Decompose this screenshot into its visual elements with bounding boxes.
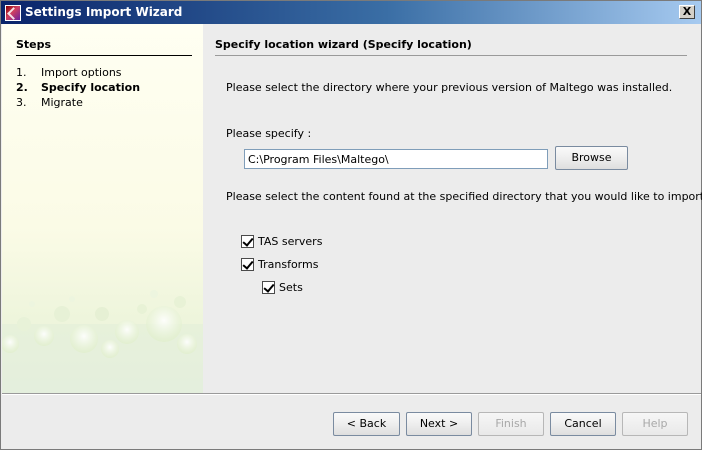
window-title: Settings Import Wizard bbox=[25, 5, 183, 19]
specify-label: Please specify : bbox=[226, 127, 312, 140]
tas-servers-label: TAS servers bbox=[258, 234, 323, 248]
settings-import-wizard-window: Settings Import Wizard X Steps 1. Import … bbox=[0, 0, 702, 450]
sets-label: Sets bbox=[279, 280, 303, 294]
browse-button[interactable]: Browse bbox=[555, 146, 628, 170]
steps-heading: Steps bbox=[16, 38, 192, 56]
decorative-bubbles-graphic bbox=[2, 290, 203, 393]
step-number: 3. bbox=[16, 96, 27, 109]
step-item-migrate: 3. Migrate bbox=[16, 95, 140, 110]
steps-list: 1. Import options 2. Specify location 3. Mi… bbox=[16, 65, 140, 110]
step-label: Import options bbox=[41, 66, 122, 79]
maltego-app-icon bbox=[5, 5, 21, 21]
button-bar-separator bbox=[2, 393, 701, 395]
transforms-checkbox[interactable] bbox=[241, 257, 254, 271]
close-icon: X bbox=[682, 5, 692, 18]
close-button[interactable]: X bbox=[679, 5, 695, 19]
tas-servers-checkbox[interactable] bbox=[241, 234, 254, 248]
tas-servers-option[interactable]: TAS servers bbox=[241, 234, 322, 248]
transforms-option[interactable]: Transforms bbox=[241, 257, 318, 271]
step-item-import-options: 1. Import options bbox=[16, 65, 140, 80]
cancel-button[interactable]: Cancel bbox=[550, 412, 616, 436]
install-path-input[interactable] bbox=[244, 149, 548, 169]
page-title: Specify location wizard (Specify locatio… bbox=[215, 38, 687, 56]
steps-panel: Steps 1. Import options 2. Specify locatio… bbox=[2, 24, 203, 393]
step-number: 1. bbox=[16, 66, 27, 79]
step-label: Specify location bbox=[41, 81, 141, 94]
help-button[interactable]: Help bbox=[622, 412, 688, 436]
main-content: Specify location wizard (Specify locatio… bbox=[203, 24, 702, 393]
sets-option[interactable]: Sets bbox=[262, 280, 303, 294]
title-bar[interactable]: Settings Import Wizard X bbox=[1, 1, 701, 24]
directory-instruction: Please select the directory where your p… bbox=[226, 81, 673, 94]
content-instruction: Please select the content found at the s… bbox=[226, 190, 702, 203]
step-label: Migrate bbox=[41, 96, 83, 109]
step-item-specify-location: 2. Specify location bbox=[16, 80, 140, 95]
finish-button[interactable]: Finish bbox=[478, 412, 544, 436]
transforms-label: Transforms bbox=[258, 257, 319, 271]
next-button[interactable]: Next > bbox=[406, 412, 472, 436]
step-number: 2. bbox=[16, 81, 28, 94]
back-button[interactable]: < Back bbox=[333, 412, 400, 436]
sets-checkbox[interactable] bbox=[262, 280, 275, 294]
